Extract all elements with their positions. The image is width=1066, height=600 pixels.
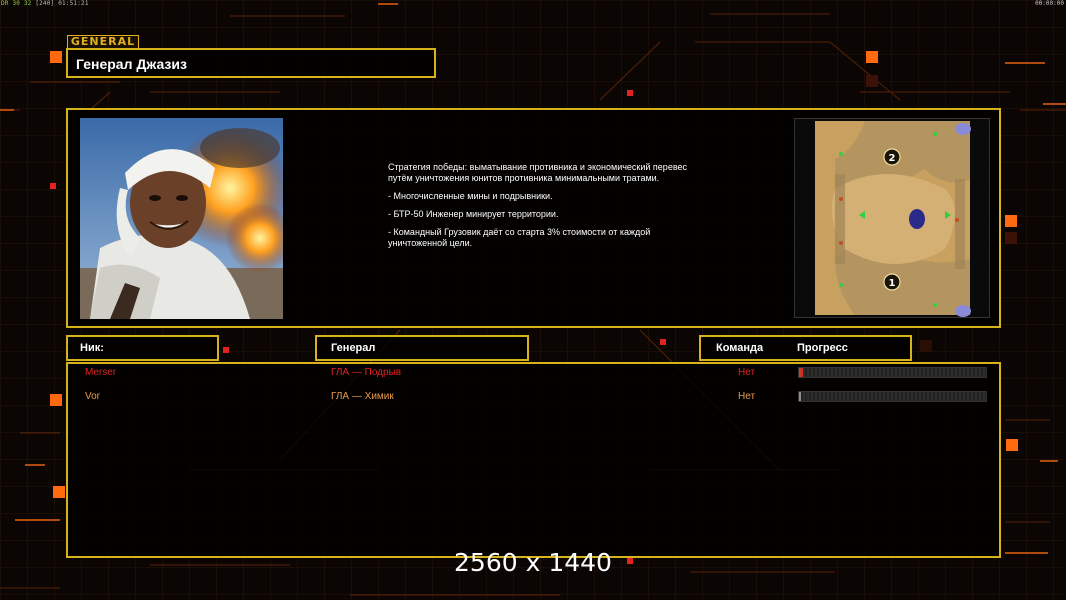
decor-square: [627, 90, 633, 96]
decor-square: [866, 51, 878, 63]
column-header-general: Генерал: [315, 335, 529, 361]
page-title: Генерал Джазиз: [76, 56, 187, 72]
decor-square: [866, 75, 878, 87]
general-portrait: [80, 118, 283, 319]
decor-square: [223, 347, 229, 353]
description-line: - Командный Грузовик даёт со старта 3% с…: [388, 227, 651, 248]
column-header-nick: Ник:: [66, 335, 219, 361]
strategy-description: Стратегия победы: выматывание противника…: [388, 162, 708, 256]
general-tag: GENERAL: [67, 35, 139, 49]
decor-square: [920, 340, 932, 352]
player-nick: Merser: [85, 367, 117, 378]
column-header-general-label: Генерал: [331, 342, 376, 354]
decor-square: [660, 339, 666, 345]
progress-bar: [798, 367, 987, 378]
title-box: Генерал Джазиз: [66, 48, 436, 78]
decor-square: [53, 486, 65, 498]
decor-square: [1005, 232, 1017, 244]
hud-time: 01:51:21: [58, 0, 89, 7]
player-nick: Vor: [85, 391, 101, 402]
decor-square: [50, 394, 62, 406]
column-header-nick-label: Ник:: [80, 342, 104, 354]
decor-square: [1006, 439, 1018, 451]
hud-fps: [240]: [35, 0, 55, 7]
hud-prefix: DR: [1, 0, 9, 7]
progress-bar: [798, 391, 987, 402]
column-header-progress-label: Прогресс: [797, 342, 848, 354]
decor-square: [50, 51, 62, 63]
description-line: - Многочисленные мины и подрывники.: [388, 191, 553, 201]
hud-clock: 00:00:00: [1035, 0, 1064, 7]
minimap-image: 2 1: [795, 119, 989, 317]
column-header-team-label: Команда: [716, 342, 764, 354]
hud-debug-stats: DR 30 32 [240] 01:51:21: [1, 0, 89, 7]
description-line: Стратегия победы: выматывание противника…: [388, 162, 688, 183]
resolution-watermark: 2560 x 1440: [454, 548, 612, 577]
description-line: - БТР-50 Инженер минирует территории.: [388, 209, 559, 219]
player-general: ГЛА — Химик: [331, 391, 394, 402]
decor-square: [50, 183, 56, 189]
column-header-team-progress: Команда Прогресс: [699, 335, 912, 361]
player-team: Нет: [738, 391, 756, 402]
decor-square: [1005, 215, 1017, 227]
portrait-image: [80, 118, 283, 319]
start-position-1: 1: [889, 278, 896, 289]
start-position-2: 2: [889, 153, 896, 164]
player-team: Нет: [738, 367, 756, 378]
map-preview: 2 1: [794, 118, 990, 318]
player-general: ГЛА — Подрыв: [331, 367, 402, 378]
hud-stats: 30 32: [12, 0, 32, 7]
